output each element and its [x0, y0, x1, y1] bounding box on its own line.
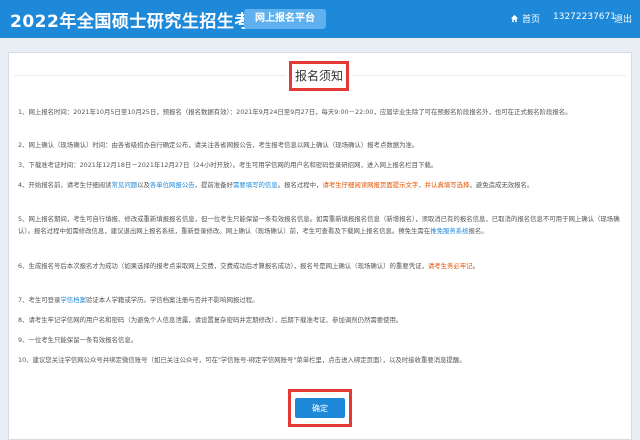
top-header: 2022年全国硕士研究生招生考试 网上报名平台 首页 13272237671 退… [0, 0, 640, 38]
notice-item-4-highlight: 请考生仔细阅读网报页面提示文字，并认真填写选择 [322, 181, 470, 189]
notice-item-4-text-e: ，提前准备好 [194, 181, 233, 189]
notice-item-4-text-c: 以及 [137, 181, 150, 189]
notice-item-6-text-a: 6、生成报名号后本次报名才为成功（如果选择的报考点采取网上交费，交费成功后才算报… [18, 262, 428, 270]
confirm-highlight: 确定 [288, 389, 352, 427]
notice-item-5-text-c: 报名。 [468, 227, 488, 235]
logout-link[interactable]: 退出 [614, 12, 632, 25]
home-icon [510, 14, 519, 23]
notice-item-7-text-c: 验证本人学籍或学历。学信档案注册与否并不影响网报过程。 [85, 296, 259, 304]
title-divider-right [352, 75, 626, 76]
notice-item-10: 10、建议您关注学信网公众号并绑定微信账号（如已关注公众号，可在"学信账号-绑定… [18, 356, 466, 364]
notice-item-7: 7、考生可登录学信档案验证本人学籍或学历。学信档案注册与否并不影响网报过程。 [18, 294, 622, 306]
notice-item-4-text-i: ，避免造成无效报名。 [469, 181, 534, 189]
site-title: 2022年全国硕士研究生招生考试 [10, 12, 270, 32]
xuexin-archive-link[interactable]: 学信档案 [60, 296, 86, 304]
notice-item-9: 9、一位考生只能保留一条有效报名信息。 [18, 336, 138, 344]
required-info-link[interactable]: 需要填写的信息 [233, 181, 278, 189]
platform-badge[interactable]: 网上报名平台 [244, 9, 326, 29]
exemption-system-link[interactable]: 推免服务系统 [430, 227, 468, 235]
notice-item-5-text-a: 5、网上报名期间，考生可自行填报、修改或重新填报报名信息，但一位考生只能保留一条… [18, 215, 620, 235]
user-phone[interactable]: 13272237671 [553, 12, 616, 22]
notice-item-1: 1、网上报名时间：2021年10月5日至10月25日，预报名（报名数据有效）：2… [18, 108, 572, 116]
notice-item-5: 5、网上报名期间，考生可自行填报、修改或重新填报报名信息，但一位考生只能保留一条… [18, 213, 622, 237]
home-label: 首页 [522, 15, 541, 25]
notice-item-6-text-c: 。 [472, 262, 479, 270]
notice-item-4: 4、开始报名前，请考生仔细阅读常见问题以及各单位网报公告，提前准备好需要填写的信… [18, 179, 622, 191]
notice-item-3: 3、下载准考证时间：2021年12月18日－2021年12月27日（24小时开放… [18, 161, 438, 169]
faq-link[interactable]: 常见问题 [112, 181, 138, 189]
notice-item-8: 8、请考生牢记学信网的用户名和密码（为避免个人信息泄露，请设置复杂密码并定期修改… [18, 316, 403, 324]
notice-item-6-highlight: 请考生务必牢记 [427, 262, 473, 270]
notice-title: 报名须知 [289, 61, 349, 91]
confirm-button[interactable]: 确定 [295, 398, 345, 418]
home-link[interactable]: 首页 [510, 12, 540, 25]
unit-announcement-link[interactable]: 各单位网报公告 [150, 181, 195, 189]
notice-item-4-text-a: 4、开始报名前，请考生仔细阅读 [18, 181, 112, 189]
notice-item-4-text-g: 。报名过程中， [277, 181, 323, 189]
title-divider-left [14, 75, 286, 76]
notice-item-6: 6、生成报名号后本次报名才为成功（如果选择的报考点采取网上交费，交费成功后才算报… [18, 260, 622, 272]
notice-item-7-text-a: 7、考生可登录 [18, 296, 61, 304]
notice-item-2: 2、网上确认（现场确认）时间：由各省级招办自行确定公布，请关注各省网报公告，考生… [18, 141, 419, 149]
